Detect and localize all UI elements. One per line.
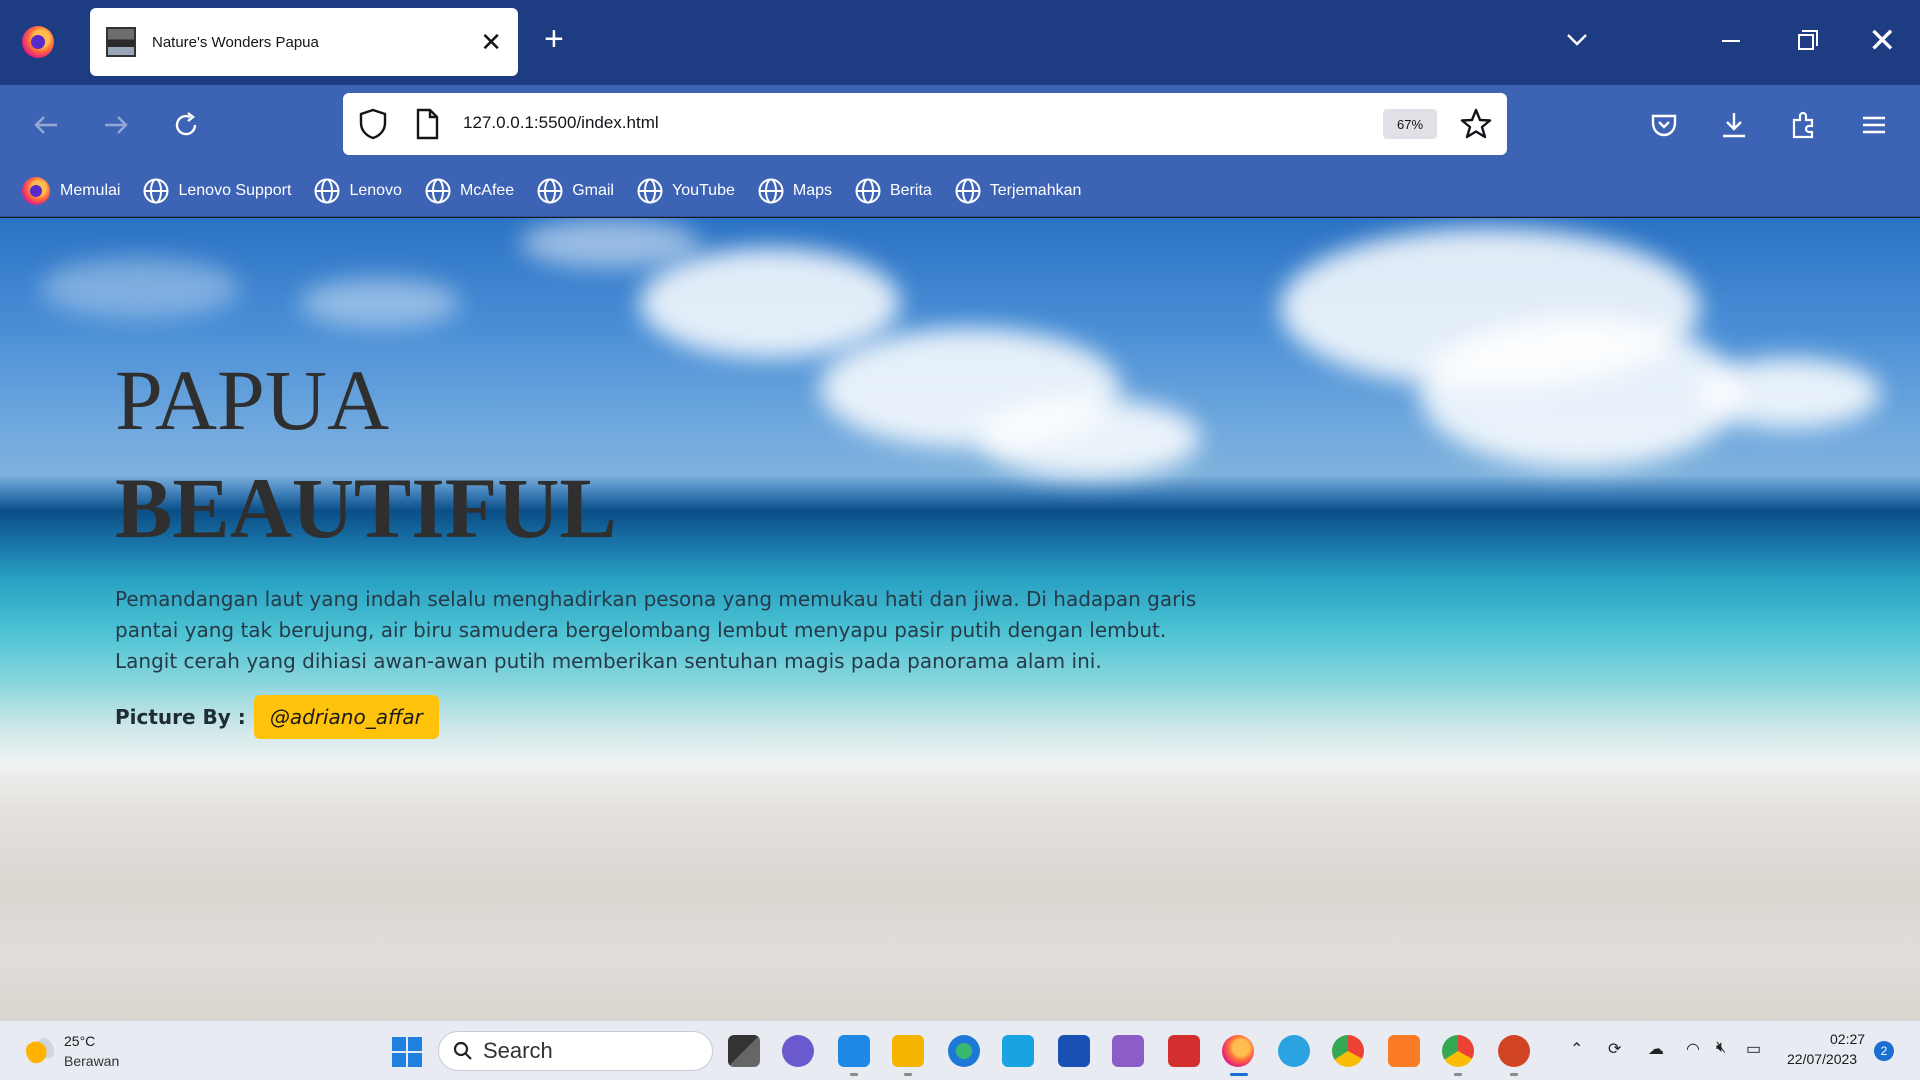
url-text[interactable]: 127.0.0.1:5500/index.html <box>463 113 659 133</box>
minimize-icon[interactable] <box>1722 40 1740 42</box>
store-icon[interactable] <box>1058 1035 1090 1067</box>
credit-handle-button[interactable]: @adriano_affar <box>253 695 439 739</box>
bookmark-label: McAfee <box>459 181 515 199</box>
bookmark-label: Memulai <box>60 181 121 199</box>
chat-icon[interactable] <box>782 1035 814 1067</box>
download-icon[interactable] <box>1714 105 1754 145</box>
bookmark-gmail[interactable]: Gmail <box>536 177 614 205</box>
bookmark-berita[interactable]: Berita <box>854 177 932 205</box>
address-bar[interactable]: 127.0.0.1:5500/index.html 67% <box>343 93 1507 155</box>
clock-time[interactable]: 02:27 <box>1830 1031 1865 1047</box>
globe-icon <box>955 178 981 203</box>
bookmark-lenovo-support[interactable]: Lenovo Support <box>142 177 291 205</box>
clock-date[interactable]: 22/07/2023 <box>1787 1051 1857 1067</box>
bookmarks-toolbar: Memulai Lenovo Support Lenovo McAfee Gma… <box>0 165 1920 217</box>
powerpoint-icon[interactable] <box>1498 1035 1530 1067</box>
task-view-icon[interactable] <box>728 1035 760 1067</box>
vscode-icon[interactable] <box>838 1035 870 1067</box>
tab-favicon-icon <box>106 27 136 57</box>
firefox-taskbar-icon[interactable] <box>1222 1035 1254 1067</box>
chevron-down-icon[interactable] <box>1564 26 1590 52</box>
bookmark-label: Gmail <box>572 181 614 199</box>
back-icon[interactable] <box>26 105 66 145</box>
tab-title: Nature's Wonders Papua <box>152 33 319 51</box>
page-viewport: PAPUA BEAUTIFUL Pemandangan laut yang in… <box>0 218 1920 1020</box>
globe-icon <box>143 178 169 203</box>
tab-active[interactable]: Nature's Wonders Papua ✕ <box>90 8 518 76</box>
bookmark-mcafee[interactable]: McAfee <box>424 177 514 205</box>
globe-icon <box>537 178 563 203</box>
bookmark-lenovo[interactable]: Lenovo <box>313 177 402 205</box>
globe-icon <box>758 178 784 203</box>
volume-muted-icon[interactable]: 🔇︎ <box>1716 1039 1726 1057</box>
new-tab-icon[interactable]: + <box>544 22 564 56</box>
forward-icon[interactable] <box>96 105 136 145</box>
restore-icon[interactable] <box>1798 30 1818 50</box>
globe-icon <box>425 178 451 203</box>
telegram-icon[interactable] <box>1278 1035 1310 1067</box>
sync-icon[interactable]: ⟳ <box>1608 1039 1621 1059</box>
chrome-profile-icon[interactable] <box>1442 1035 1474 1067</box>
bookmark-label: YouTube <box>671 181 735 199</box>
chevron-up-icon[interactable]: ⌃ <box>1570 1039 1583 1059</box>
onedrive-icon[interactable]: ☁ <box>1648 1039 1664 1059</box>
weather-description: Berawan <box>64 1053 120 1069</box>
search-label: Search <box>483 1038 553 1063</box>
edge-icon[interactable] <box>948 1035 980 1067</box>
wifi-icon[interactable]: ◠ <box>1686 1039 1700 1059</box>
zoom-level-badge[interactable]: 67% <box>1383 109 1437 139</box>
close-tab-icon[interactable]: ✕ <box>480 29 502 55</box>
bookmark-label: Lenovo Support <box>178 181 292 199</box>
taskbar-search[interactable]: Search <box>438 1031 713 1071</box>
bookmark-memulai[interactable]: Memulai <box>22 176 121 205</box>
bookmark-maps[interactable]: Maps <box>757 177 832 205</box>
menu-icon[interactable] <box>1854 105 1894 145</box>
bookmark-label: Maps <box>792 181 832 199</box>
search-icon <box>453 1041 472 1060</box>
firefox-icon <box>22 176 50 205</box>
bookmark-terjemahkan[interactable]: Terjemahkan <box>954 177 1082 205</box>
chrome-icon[interactable] <box>1332 1035 1364 1067</box>
tp-app-icon[interactable] <box>1168 1035 1200 1067</box>
picture-credit: Picture By : @adriano_affar <box>115 695 1235 739</box>
hero-title-line2: BEAUTIFUL <box>115 460 617 556</box>
browser-titlebar: Nature's Wonders Papua ✕ + ✕ <box>0 0 1920 85</box>
file-explorer-icon[interactable] <box>892 1035 924 1067</box>
hero-section: PAPUA BEAUTIFUL Pemandangan laut yang in… <box>115 218 1235 739</box>
globe-icon <box>637 178 663 203</box>
hero-title-line1: PAPUA <box>115 352 390 448</box>
page-icon[interactable] <box>413 107 441 141</box>
hero-description: Pemandangan laut yang indah selalu mengh… <box>115 587 1197 673</box>
credit-label: Picture By : <box>115 705 246 729</box>
weather-temperature: 25°C <box>64 1033 96 1049</box>
extensions-icon[interactable] <box>1784 105 1824 145</box>
notification-badge[interactable]: 2 <box>1874 1041 1894 1061</box>
bookmark-youtube[interactable]: YouTube <box>636 177 735 205</box>
firefox-icon[interactable] <box>22 26 54 58</box>
l-app-icon[interactable] <box>1002 1035 1034 1067</box>
globe-icon <box>314 178 340 203</box>
bookmark-label: Berita <box>889 181 932 199</box>
pocket-icon[interactable] <box>1644 105 1684 145</box>
globe-icon <box>855 178 881 203</box>
shield-icon[interactable] <box>357 107 389 141</box>
bookmark-label: Lenovo <box>349 181 402 199</box>
hero-title: PAPUA BEAUTIFUL <box>115 346 1235 562</box>
xampp-icon[interactable] <box>1388 1035 1420 1067</box>
taskbar: 25°C Berawan Search ⌃ ⟳ ☁ ◠ 🔇︎ ▭ 02:27 2… <box>0 1020 1920 1080</box>
visual-studio-icon[interactable] <box>1112 1035 1144 1067</box>
battery-icon[interactable]: ▭ <box>1746 1039 1761 1059</box>
bookmark-star-icon[interactable] <box>1459 107 1493 141</box>
weather-partly-cloudy-icon <box>26 1037 54 1065</box>
start-icon[interactable] <box>392 1037 422 1067</box>
bookmark-label: Terjemahkan <box>989 181 1082 199</box>
navigation-toolbar: 127.0.0.1:5500/index.html 67% <box>0 85 1920 165</box>
close-window-icon[interactable]: ✕ <box>1868 24 1897 58</box>
reload-icon[interactable] <box>166 105 206 145</box>
